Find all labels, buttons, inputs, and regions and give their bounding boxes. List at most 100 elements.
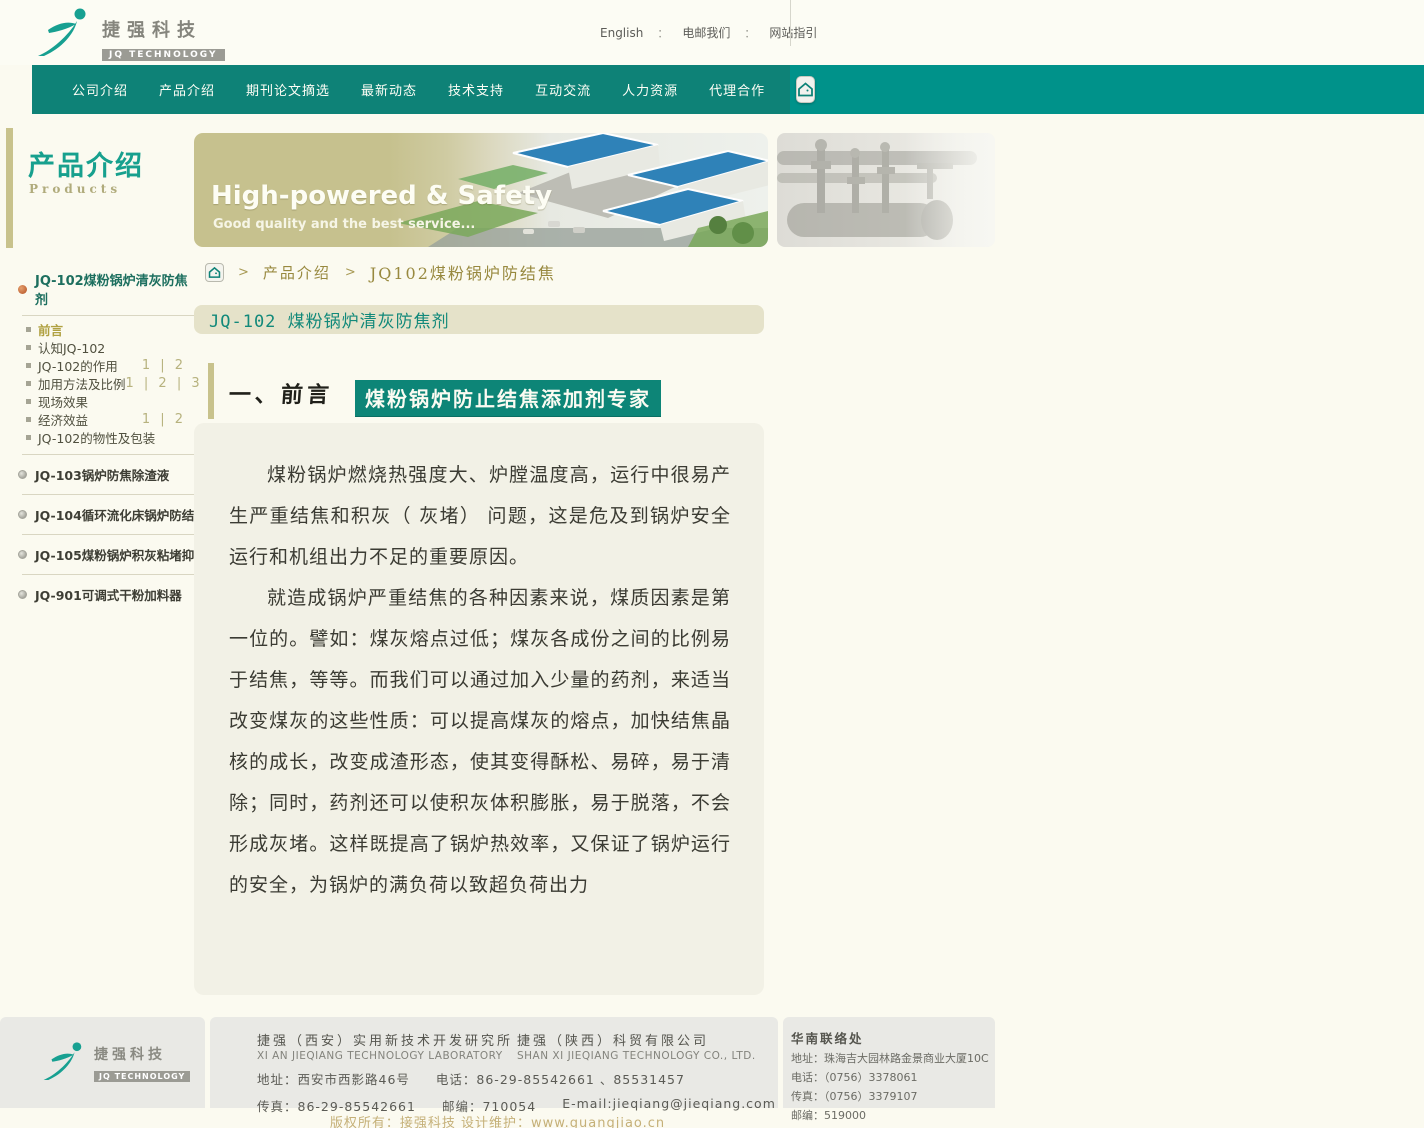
- sidebar-item-jq103[interactable]: JQ-103锅炉防焦除渣液: [14, 455, 194, 494]
- sidebar-group-jq102[interactable]: JQ-102煤粉锅炉清灰防焦剂: [14, 264, 194, 315]
- sidebar-submenu: 前言 认知JQ-102 JQ-102的作用 1 | 2 加用方法及比例 1 | …: [14, 316, 194, 454]
- breadcrumb-separator: >: [238, 265, 249, 280]
- main-nav: 公司介绍 产品介绍 期刊论文摘选 最新动态 技术支持 互动交流 人力资源 代理合…: [32, 65, 1424, 114]
- breadcrumb: > 产品介绍 > JQ102煤粉锅炉防结焦: [205, 260, 556, 284]
- footer-logo-text-en: JQ TECHNOLOGY: [94, 1071, 190, 1082]
- company-logo[interactable]: 捷强科技 JQ TECHNOLOGY: [36, 6, 225, 61]
- link-email-us[interactable]: 电邮我们: [682, 24, 730, 41]
- nav-item-products[interactable]: 产品介绍: [159, 80, 215, 99]
- square-bullet-icon: [26, 327, 31, 332]
- footer: 捷强科技 JQ TECHNOLOGY 捷强（西安）实用新技术开发研究所 XI A…: [0, 1016, 995, 1108]
- logo-text-cn: 捷强科技: [102, 16, 225, 42]
- sidebar-item-usage[interactable]: 加用方法及比例 1 | 2 | 3: [14, 374, 194, 392]
- copyright-text: 版权所有：接强科技 设计维护：: [330, 1116, 531, 1128]
- footer-logo-text-cn: 捷强科技: [94, 1044, 190, 1064]
- sidebar-title: 产品介绍: [28, 144, 144, 183]
- footer-phone: 电话：86-29-85542661 、85531457: [436, 1069, 685, 1088]
- sidebar-subtitle: Products: [29, 182, 121, 196]
- utility-links: English ： 电邮我们 ： 网站指引: [600, 24, 817, 41]
- photo-fade: [905, 133, 995, 247]
- square-bullet-icon: [26, 435, 31, 440]
- equipment-photo: [777, 133, 995, 247]
- company2-name: 捷强（陕西）科贸有限公司: [517, 1030, 756, 1049]
- header-divider: [790, 0, 791, 46]
- pagination-links[interactable]: 1 | 2: [142, 412, 186, 427]
- bullet-icon: [18, 285, 27, 294]
- bullet-icon: [18, 470, 27, 479]
- logo-swoosh-icon: [42, 1039, 88, 1087]
- bullet-icon: [18, 590, 27, 599]
- sidebar-item-jq104[interactable]: JQ-104循环流化床锅炉防结焦剂: [14, 495, 194, 534]
- link-separator: ：: [657, 25, 668, 41]
- sidebar-item-jq901[interactable]: JQ-901可调式干粉加料器: [14, 575, 194, 614]
- content-panel: 煤粉锅炉燃烧热强度大、炉膛温度高，运行中很易产生严重结焦和积灰（ 灰堵） 问题，…: [194, 423, 764, 995]
- company2-name-en: SHAN XI JIEQIANG TECHNOLOGY CO., LTD.: [517, 1050, 756, 1062]
- nav-item-support[interactable]: 技术支持: [448, 80, 504, 99]
- square-bullet-icon: [26, 417, 31, 422]
- top-header: 捷强科技 JQ TECHNOLOGY English ： 电邮我们 ： 网站指引: [0, 0, 1424, 65]
- breadcrumb-products[interactable]: 产品介绍: [263, 262, 331, 283]
- bullet-icon: [18, 510, 27, 519]
- logo-text-en: JQ TECHNOLOGY: [102, 49, 225, 61]
- sidebar-group-label: JQ-102煤粉锅炉清灰防焦剂: [35, 270, 194, 308]
- sidebar-item-packaging[interactable]: JQ-102的物性及包装: [14, 428, 194, 446]
- banner-subtitle: Good quality and the best service...: [213, 217, 475, 232]
- breadcrumb-separator: >: [345, 265, 356, 280]
- square-bullet-icon: [26, 345, 31, 350]
- south-address: 地址：珠海吉大园林路金景商业大厦10C: [791, 1050, 995, 1066]
- company1-name: 捷强（西安）实用新技术开发研究所: [257, 1030, 517, 1049]
- section-title-bar: JQ-102 煤粉锅炉清灰防焦剂: [194, 305, 764, 334]
- sidebar-item-field-effect[interactable]: 现场效果: [14, 392, 194, 410]
- home-icon: [797, 81, 814, 98]
- bullet-icon: [18, 550, 27, 559]
- link-sitemap[interactable]: 网站指引: [769, 24, 817, 41]
- designer-link[interactable]: www.guangjiao.cn: [531, 1116, 665, 1128]
- link-english[interactable]: English: [600, 26, 643, 40]
- nav-item-journal[interactable]: 期刊论文摘选: [246, 80, 330, 99]
- home-icon: [208, 266, 221, 279]
- south-phone: 电话：（0756）3378061: [791, 1069, 995, 1085]
- square-bullet-icon: [26, 363, 31, 368]
- banner-title: High-powered & Safety: [211, 181, 552, 211]
- nav-item-company[interactable]: 公司介绍: [72, 80, 128, 99]
- nav-item-interact[interactable]: 互动交流: [535, 80, 591, 99]
- hero-banner: High-powered & Safety Good quality and t…: [194, 133, 768, 247]
- footer-south-panel: 华南联络处 地址：珠海吉大园林路金景商业大厦10C 电话：（0756）33780…: [783, 1017, 995, 1108]
- company1-name-en: XI AN JIEQIANG TECHNOLOGY LABORATORY: [257, 1050, 517, 1062]
- footer-address: 地址：西安市西影路46号: [257, 1069, 410, 1088]
- sidebar-item-function[interactable]: JQ-102的作用 1 | 2: [14, 356, 194, 374]
- home-button[interactable]: [796, 76, 815, 103]
- sidebar-accent-stripe: [6, 128, 13, 248]
- body-paragraph-1: 煤粉锅炉燃烧热强度大、炉膛温度高，运行中很易产生严重结焦和积灰（ 灰堵） 问题，…: [229, 455, 731, 578]
- main-nav-left: 公司介绍 产品介绍 期刊论文摘选 最新动态 技术支持 互动交流 人力资源 代理合…: [32, 65, 790, 114]
- footer-logo-panel: 捷强科技 JQ TECHNOLOGY: [0, 1017, 205, 1108]
- logo-swoosh-icon: [36, 6, 94, 58]
- sidebar-item-foreword[interactable]: 前言: [14, 320, 194, 338]
- breadcrumb-current[interactable]: JQ102煤粉锅炉防结焦: [370, 260, 556, 284]
- copyright-line: 版权所有：接强科技 设计维护：www.guangjiao.cn: [0, 1112, 995, 1128]
- nav-item-agency[interactable]: 代理合作: [709, 80, 765, 99]
- sidebar-item-jq105[interactable]: JQ-105煤粉锅炉积灰粘堵抑制剂: [14, 535, 194, 574]
- square-bullet-icon: [26, 381, 31, 386]
- foreword-heading: 一、前言: [228, 377, 334, 409]
- heading-accent-stripe: [208, 363, 214, 419]
- square-bullet-icon: [26, 399, 31, 404]
- pagination-links[interactable]: 1 | 2: [142, 358, 186, 373]
- expert-badge: 煤粉锅炉防止结焦添加剂专家: [355, 380, 661, 416]
- section-title: JQ-102 煤粉锅炉清灰防焦剂: [209, 307, 450, 332]
- page: 捷强科技 JQ TECHNOLOGY English ： 电邮我们 ： 网站指引…: [0, 0, 1424, 1128]
- sidebar-item-know-jq102[interactable]: 认知JQ-102: [14, 338, 194, 356]
- south-office-title: 华南联络处: [791, 1028, 995, 1047]
- nav-item-news[interactable]: 最新动态: [361, 80, 417, 99]
- south-fax: 传真：（0756）3379107: [791, 1088, 995, 1104]
- pagination-links[interactable]: 1 | 2 | 3: [126, 376, 203, 391]
- link-separator: ：: [744, 25, 755, 41]
- foreword-heading-row: 一、前言 煤粉锅炉防止结焦添加剂专家: [208, 363, 764, 420]
- sidebar-item-economic[interactable]: 经济效益 1 | 2: [14, 410, 194, 428]
- body-paragraph-2: 就造成锅炉严重结焦的各种因素来说，煤质因素是第一位的。譬如：煤灰熔点过低；煤灰各…: [229, 578, 731, 906]
- breadcrumb-home-button[interactable]: [205, 263, 224, 282]
- nav-item-hr[interactable]: 人力资源: [622, 80, 678, 99]
- footer-companies-panel: 捷强（西安）实用新技术开发研究所 XI AN JIEQIANG TECHNOLO…: [210, 1017, 778, 1108]
- footer-logo: 捷强科技 JQ TECHNOLOGY: [42, 1039, 190, 1087]
- sidebar-menu: JQ-102煤粉锅炉清灰防焦剂 前言 认知JQ-102 JQ-102的作用 1 …: [14, 264, 194, 614]
